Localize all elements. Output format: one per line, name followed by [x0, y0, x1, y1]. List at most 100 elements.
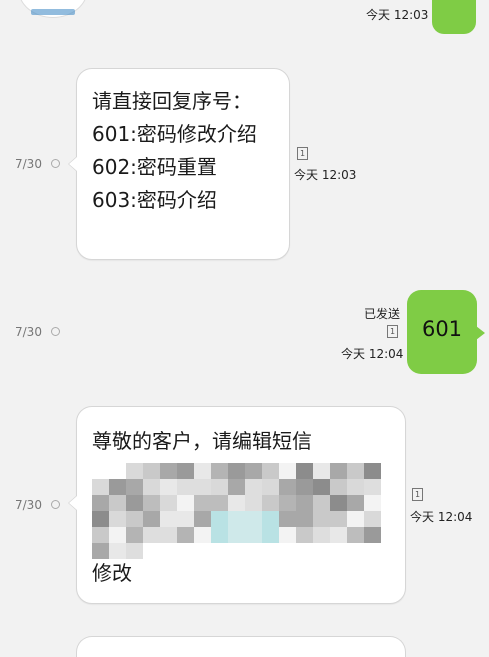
mosaic-cell	[364, 479, 381, 495]
mosaic-cell	[296, 463, 313, 479]
mosaic-cell	[194, 543, 211, 559]
mosaic-cell	[177, 511, 194, 527]
incoming-message-bubble[interactable]: 请直接回复序号： 601:密码修改介绍 602:密码重置 603:密码介绍	[68, 68, 290, 260]
mosaic-cell	[245, 479, 262, 495]
mosaic-cell	[194, 479, 211, 495]
mosaic-cell	[296, 511, 313, 527]
mosaic-cell	[364, 527, 381, 543]
mosaic-cell	[347, 511, 364, 527]
mosaic-cell	[177, 479, 194, 495]
status-dot-icon	[51, 159, 60, 168]
mosaic-cell	[330, 511, 347, 527]
message-time: 今天 12:04	[410, 510, 473, 524]
bubble-tail	[476, 326, 485, 340]
message-line: 602:密码重置	[92, 155, 217, 179]
mosaic-cell	[228, 495, 245, 511]
mosaic-cell	[160, 543, 177, 559]
mosaic-cell	[279, 479, 296, 495]
mosaic-cell	[160, 479, 177, 495]
mosaic-cell	[228, 527, 245, 543]
mosaic-cell	[330, 543, 347, 559]
mosaic-cell	[109, 479, 126, 495]
mosaic-cell	[160, 527, 177, 543]
mosaic-cell	[364, 511, 381, 527]
avatar-logo-icon	[31, 9, 75, 15]
contact-avatar[interactable]	[18, 0, 88, 18]
mosaic-cell	[296, 543, 313, 559]
mosaic-cell	[177, 543, 194, 559]
mosaic-cell	[143, 479, 160, 495]
mosaic-cell	[194, 511, 211, 527]
mosaic-cell	[211, 511, 228, 527]
mosaic-cell	[245, 527, 262, 543]
outgoing-message-bubble[interactable]: 601	[407, 290, 485, 374]
top-outgoing-bubble-partial[interactable]	[432, 0, 476, 34]
mosaic-cell	[262, 479, 279, 495]
mosaic-cell	[92, 543, 109, 559]
mosaic-cell	[245, 495, 262, 511]
top-message-time: 今天 12:03	[366, 8, 429, 22]
status-dot-icon	[51, 327, 60, 336]
mosaic-cell	[313, 543, 330, 559]
mosaic-cell	[245, 511, 262, 527]
mosaic-cell	[313, 527, 330, 543]
mosaic-cell	[126, 463, 143, 479]
incoming-message-bubble[interactable]: 尊敬的客户，请编辑短信 修改	[68, 406, 406, 604]
mosaic-cell	[330, 527, 347, 543]
mosaic-cell	[177, 527, 194, 543]
mosaic-cell	[126, 527, 143, 543]
message-line: 603:密码介绍	[92, 188, 217, 212]
message-date: 7/30	[15, 325, 42, 339]
message-line-last: 修改	[92, 561, 132, 585]
sent-status: 已发送	[364, 307, 401, 321]
mosaic-cell	[347, 463, 364, 479]
mosaic-cell	[228, 479, 245, 495]
mosaic-cell	[330, 463, 347, 479]
mosaic-cell	[279, 495, 296, 511]
mosaic-cell	[279, 527, 296, 543]
mosaic-cell	[143, 495, 160, 511]
mosaic-cell	[211, 479, 228, 495]
mosaic-cell	[92, 495, 109, 511]
mosaic-cell	[347, 543, 364, 559]
mosaic-cell	[109, 511, 126, 527]
mosaic-cell	[364, 463, 381, 479]
mosaic-cell	[228, 463, 245, 479]
mosaic-cell	[211, 527, 228, 543]
mosaic-cell	[143, 527, 160, 543]
mosaic-cell	[296, 495, 313, 511]
message-line: 尊敬的客户，请编辑短信	[92, 429, 312, 453]
mosaic-cell	[92, 527, 109, 543]
mosaic-cell	[143, 463, 160, 479]
mosaic-cell	[262, 511, 279, 527]
mosaic-cell	[228, 511, 245, 527]
mosaic-cell	[313, 495, 330, 511]
mosaic-cell	[313, 463, 330, 479]
mosaic-cell	[109, 495, 126, 511]
mosaic-cell	[347, 479, 364, 495]
mosaic-cell	[92, 479, 109, 495]
mosaic-cell	[245, 543, 262, 559]
bubble-tail-inner	[69, 157, 77, 171]
bubble-tail-inner	[69, 496, 77, 510]
mosaic-cell	[245, 463, 262, 479]
mosaic-cell	[364, 495, 381, 511]
mosaic-cell	[92, 463, 109, 479]
mosaic-cell	[330, 479, 347, 495]
mosaic-cell	[194, 463, 211, 479]
mosaic-cell	[160, 511, 177, 527]
mosaic-cell	[109, 543, 126, 559]
mosaic-cell	[194, 495, 211, 511]
mosaic-cell	[262, 495, 279, 511]
message-line: 请直接回复序号：	[92, 89, 252, 113]
mosaic-cell	[109, 527, 126, 543]
message-time: 今天 12:03	[294, 168, 357, 182]
mosaic-cell	[126, 543, 143, 559]
mosaic-cell	[347, 495, 364, 511]
message-date: 7/30	[15, 498, 42, 512]
mosaic-cell	[126, 495, 143, 511]
mosaic-cell	[177, 463, 194, 479]
mosaic-cell	[211, 495, 228, 511]
mosaic-cell	[262, 463, 279, 479]
sim-card-icon: 1	[387, 325, 398, 338]
